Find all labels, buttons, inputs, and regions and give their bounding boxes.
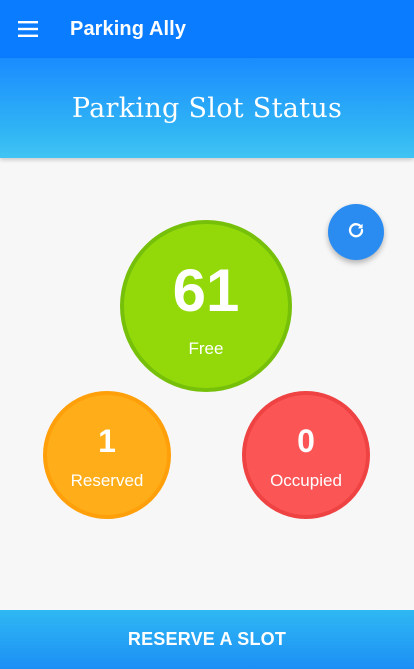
- occupied-label: Occupied: [270, 471, 342, 490]
- free-slots-indicator: 61 Free: [120, 220, 292, 392]
- free-label: Free: [188, 339, 224, 358]
- reserve-slot-button[interactable]: RESERVE A SLOT: [0, 610, 414, 669]
- app-title: Parking Ally: [70, 17, 187, 40]
- reserved-label: Reserved: [70, 471, 144, 490]
- reserved-slots-indicator: 1 Reserved: [43, 391, 171, 519]
- hamburger-menu-icon: [18, 21, 38, 37]
- menu-button[interactable]: [0, 0, 56, 58]
- reserved-count: 1: [98, 423, 116, 459]
- free-count: 61: [172, 257, 240, 324]
- refresh-button[interactable]: [328, 204, 384, 260]
- app-bar: Parking Ally: [0, 0, 414, 58]
- hero-banner: Parking Slot Status: [0, 58, 414, 158]
- app-screen: Parking Ally Parking Slot Status 61 Free…: [0, 0, 414, 669]
- refresh-icon: [347, 221, 365, 244]
- occupied-count: 0: [297, 423, 315, 459]
- page-title: Parking Slot Status: [71, 92, 343, 124]
- occupied-slots-indicator: 0 Occupied: [242, 391, 370, 519]
